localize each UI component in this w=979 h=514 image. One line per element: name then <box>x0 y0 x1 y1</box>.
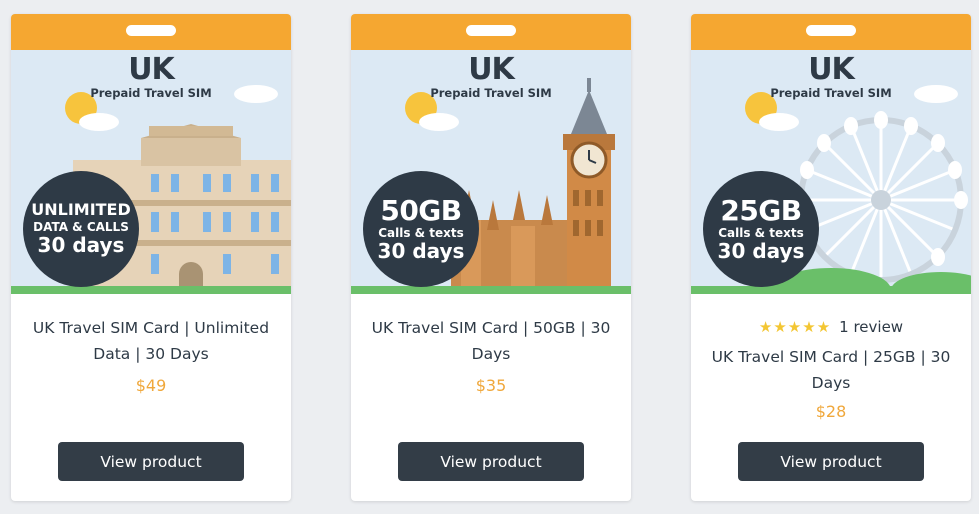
sim-card-header <box>691 14 971 50</box>
sim-slot-shape <box>126 25 176 36</box>
product-image-sim-card[interactable]: UK Prepaid Travel SIM UNLIMITED DATA & C… <box>11 14 291 294</box>
badge-data-amount: UNLIMITED <box>31 199 131 219</box>
product-price: $49 <box>135 376 167 395</box>
plan-badge: 25GB Calls & texts 30 days <box>703 171 819 287</box>
view-product-button[interactable]: View product <box>738 442 924 481</box>
sim-card-header <box>351 14 631 50</box>
sim-title: UK <box>128 52 175 87</box>
badge-duration: 30 days <box>377 239 465 264</box>
product-name[interactable]: UK Travel SIM Card | 25GB | 30 Days <box>691 344 971 396</box>
badge-features: Calls & texts <box>718 225 804 240</box>
badge-data-amount: 25GB <box>720 193 802 227</box>
badge-duration: 30 days <box>37 233 125 258</box>
badge-features: Calls & texts <box>378 225 464 240</box>
sim-card-header <box>11 14 291 50</box>
review-count[interactable]: 1 review <box>839 318 903 336</box>
sim-slot-shape <box>806 25 856 36</box>
product-name[interactable]: UK Travel SIM Card | Unlimited Data | 30… <box>11 294 291 367</box>
badge-data-amount: 50GB <box>380 193 462 227</box>
sim-subtitle: Prepaid Travel SIM <box>90 86 212 100</box>
product-price: $28 <box>815 402 847 421</box>
badge-duration: 30 days <box>717 239 805 264</box>
plan-badge: UNLIMITED DATA & CALLS 30 days <box>23 171 139 287</box>
product-card-unlimited[interactable]: UK Prepaid Travel SIM UNLIMITED DATA & C… <box>11 14 291 501</box>
grass-strip <box>11 286 291 294</box>
sim-title: UK <box>808 52 855 87</box>
product-name[interactable]: UK Travel SIM Card | 50GB | 30 Days <box>351 294 631 367</box>
grass-strip <box>351 286 631 294</box>
grass-strip <box>691 286 971 294</box>
product-image-sim-card[interactable]: UK Prepaid Travel SIM 50GB Calls & texts… <box>351 14 631 294</box>
sim-slot-shape <box>466 25 516 36</box>
product-card-50gb[interactable]: UK Prepaid Travel SIM 50GB Calls & texts… <box>351 14 631 501</box>
sim-title: UK <box>468 52 515 87</box>
product-rating[interactable]: ★★★★★ 1 review <box>691 294 971 344</box>
view-product-button[interactable]: View product <box>58 442 244 481</box>
sim-subtitle: Prepaid Travel SIM <box>770 86 892 100</box>
view-product-button[interactable]: View product <box>398 442 584 481</box>
plan-badge: 50GB Calls & texts 30 days <box>363 171 479 287</box>
star-rating-icon: ★★★★★ <box>758 318 832 336</box>
sim-subtitle: Prepaid Travel SIM <box>430 86 552 100</box>
product-price: $35 <box>475 376 507 395</box>
product-image-sim-card[interactable]: UK Prepaid Travel SIM 25GB Calls & texts… <box>691 14 971 294</box>
badge-features: DATA & CALLS <box>33 219 129 234</box>
product-card-25gb[interactable]: UK Prepaid Travel SIM 25GB Calls & texts… <box>691 14 971 501</box>
